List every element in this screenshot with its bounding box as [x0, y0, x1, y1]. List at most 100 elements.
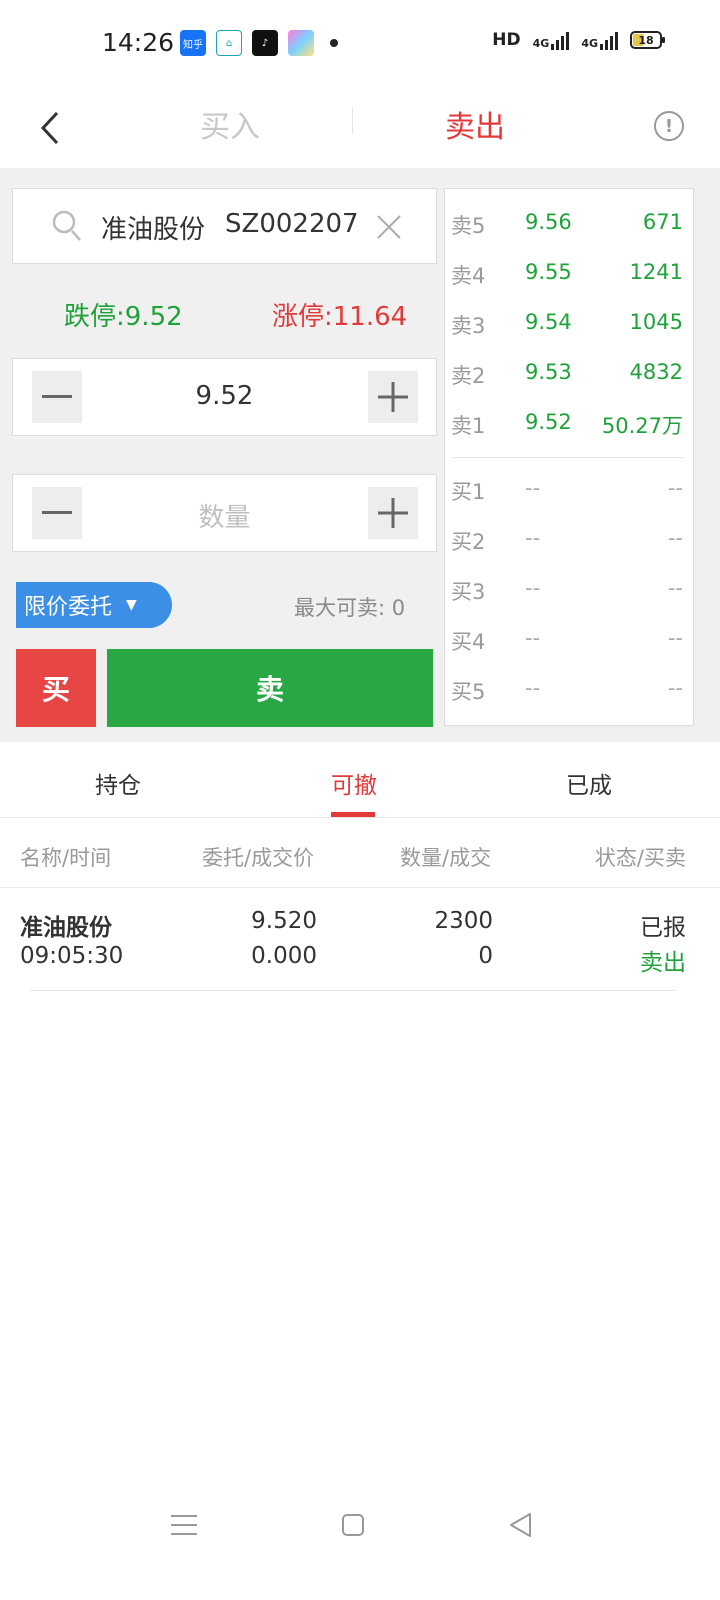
bid-label: 买4 — [451, 630, 486, 654]
tab-filled[interactable]: 已成 — [529, 766, 649, 800]
bid-label: 买3 — [451, 580, 486, 604]
ask-price: 9.55 — [525, 260, 572, 284]
bid-row[interactable]: 买4 -- -- — [445, 614, 693, 664]
dropdown-caret-icon: ▼ — [126, 597, 137, 613]
buy-button[interactable]: 买 — [16, 649, 96, 727]
deal-price: 0.000 — [251, 943, 317, 969]
nav-home-button[interactable] — [333, 1508, 373, 1542]
limit-up-price: 涨停:11.64 — [272, 302, 408, 332]
notification-icons: 知乎 ⌂ ♪ — [180, 30, 338, 56]
bid-row[interactable]: 买3 -- -- — [445, 564, 693, 614]
order-tabs: 持仓 可撤 已成 — [0, 742, 720, 818]
ask-row[interactable]: 卖1 9.52 50.27万 — [445, 398, 693, 448]
table-row[interactable]: 准油股份 09:05:30 9.520 0.000 2300 0 已报 卖出 — [0, 888, 720, 990]
ask-price: 9.56 — [525, 210, 572, 234]
tab-cancelable[interactable]: 可撤 — [294, 766, 414, 800]
stock-search-field[interactable]: 准油股份 SZ002207 — [12, 188, 437, 264]
nav-menu-button[interactable] — [164, 1508, 204, 1542]
system-nav-bar — [0, 1490, 720, 1560]
bid-label: 买2 — [451, 530, 486, 554]
back-triangle-icon — [510, 1513, 531, 1537]
sell-button[interactable]: 卖 — [107, 649, 433, 727]
plus-icon — [378, 382, 408, 412]
orders-table-header: 名称/时间 委托/成交价 数量/成交 状态/买卖 — [0, 818, 720, 888]
bid-row[interactable]: 买2 -- -- — [445, 514, 693, 564]
ask-row[interactable]: 卖4 9.55 1241 — [445, 248, 693, 298]
quantity-increase-button[interactable] — [368, 487, 418, 539]
row-divider — [30, 990, 676, 991]
bid-volume: -- — [667, 626, 683, 650]
back-arrow-icon — [40, 111, 59, 145]
hd-label: HD — [492, 30, 521, 50]
minus-icon — [42, 511, 72, 514]
order-price: 9.520 — [251, 908, 317, 934]
stock-code: SZ002207 — [225, 209, 359, 239]
ask-volume: 4832 — [629, 360, 683, 384]
ask-label: 卖3 — [451, 314, 486, 338]
minus-icon — [42, 395, 72, 398]
menu-icon — [171, 1515, 197, 1535]
header-divider — [352, 108, 353, 134]
bid-price: -- — [525, 576, 541, 600]
bid-volume: -- — [667, 676, 683, 700]
quantity-decrease-button[interactable] — [32, 487, 82, 539]
clear-icon[interactable] — [375, 213, 403, 241]
bid-volume: -- — [667, 576, 683, 600]
nav-back-button[interactable] — [500, 1508, 540, 1542]
max-sellable: 最大可卖: 0 — [294, 596, 406, 620]
ask-volume: 671 — [642, 210, 683, 234]
active-tab-indicator — [331, 812, 375, 817]
order-time: 09:05:30 — [20, 943, 124, 969]
deal-quantity: 0 — [478, 943, 493, 969]
signal-1-icon: 4G — [533, 30, 570, 50]
bid-price: -- — [525, 626, 541, 650]
stock-name: 准油股份 — [101, 215, 206, 245]
order-type-dropdown[interactable]: 限价委托 ▼ — [16, 582, 172, 628]
column-header: 名称/时间 — [20, 846, 112, 870]
bid-price: -- — [525, 476, 541, 500]
price-increase-button[interactable] — [368, 371, 418, 423]
trade-panel: 准油股份 SZ002207 跌停:9.52 涨停:11.64 9.52 数量 限… — [0, 168, 720, 742]
column-header: 状态/买卖 — [594, 846, 686, 870]
limit-down-price: 跌停:9.52 — [64, 302, 183, 332]
price-input[interactable]: 9.52 — [93, 381, 356, 411]
ask-row[interactable]: 卖3 9.54 1045 — [445, 298, 693, 348]
order-quantity: 2300 — [434, 908, 493, 934]
status-bar: 14:26 知乎 ⌂ ♪ HD 4G 4G 18 — [0, 0, 720, 88]
ask-price: 9.53 — [525, 360, 572, 384]
gallery-app-icon — [288, 30, 314, 56]
bid-row[interactable]: 买5 -- -- — [445, 664, 693, 714]
signal-2-icon: 4G — [581, 30, 618, 50]
ask-row[interactable]: 卖2 9.53 4832 — [445, 348, 693, 398]
plus-icon — [378, 498, 408, 528]
ask-price: 9.54 — [525, 310, 572, 334]
ask-label: 卖5 — [451, 214, 486, 238]
bid-price: -- — [525, 676, 541, 700]
battery-icon: 18 — [630, 31, 665, 49]
tab-sell[interactable]: 卖出 — [425, 102, 525, 146]
home-square-icon — [342, 1514, 364, 1536]
order-book: 卖5 9.56 671 卖4 9.55 1241 卖3 9.54 1045 卖2… — [444, 188, 694, 726]
quantity-input[interactable]: 数量 — [93, 497, 356, 534]
system-indicators: HD 4G 4G 18 — [492, 30, 665, 50]
order-stock-name: 准油股份 — [20, 915, 112, 941]
bid-row[interactable]: 买1 -- -- — [445, 464, 693, 514]
price-stepper: 9.52 — [12, 358, 437, 436]
quantity-stepper: 数量 — [12, 474, 437, 552]
bid-label: 买5 — [451, 680, 486, 704]
price-decrease-button[interactable] — [32, 371, 82, 423]
home-app-icon: ⌂ — [216, 30, 242, 56]
ask-row[interactable]: 卖5 9.56 671 — [445, 198, 693, 248]
order-type-label: 限价委托 — [24, 595, 113, 620]
tab-buy[interactable]: 买入 — [180, 102, 280, 146]
back-button[interactable] — [30, 100, 70, 156]
column-header: 委托/成交价 — [202, 846, 315, 870]
zhihu-app-icon: 知乎 — [180, 30, 206, 56]
ask-volume: 50.27万 — [601, 414, 683, 438]
more-notifications-icon — [330, 39, 338, 47]
bid-price: -- — [525, 526, 541, 550]
bid-label: 买1 — [451, 480, 486, 504]
info-button[interactable]: ! — [654, 111, 684, 141]
order-status: 已报 — [640, 915, 686, 941]
tab-positions[interactable]: 持仓 — [58, 766, 178, 800]
